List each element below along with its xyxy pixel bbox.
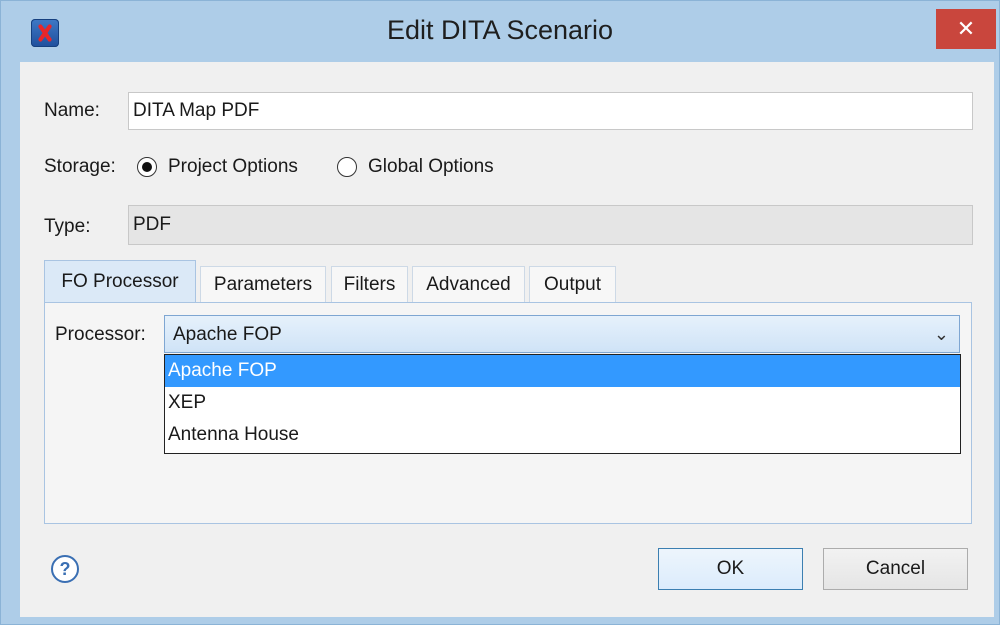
tab-filters[interactable]: Filters bbox=[331, 266, 408, 302]
cancel-button[interactable]: Cancel bbox=[823, 548, 968, 590]
processor-select[interactable]: Apache FOP ⌄ bbox=[164, 315, 960, 353]
radio-global-options[interactable] bbox=[337, 157, 357, 177]
close-icon: ✕ bbox=[956, 16, 976, 41]
chevron-down-icon: ⌄ bbox=[933, 324, 949, 344]
dialog-title: Edit DITA Scenario bbox=[386, 15, 614, 45]
close-button[interactable]: ✕ bbox=[936, 9, 996, 49]
radio-project-options[interactable] bbox=[137, 157, 157, 177]
storage-label: Storage: bbox=[44, 156, 116, 177]
tab-advanced[interactable]: Advanced bbox=[412, 266, 525, 302]
help-button[interactable]: ? bbox=[51, 555, 79, 583]
radio-label-project-options[interactable]: Project Options bbox=[168, 156, 298, 178]
processor-label: Processor: bbox=[55, 324, 146, 345]
processor-dropdown-list: Apache FOP XEP Antenna House bbox=[164, 354, 961, 454]
option-xep[interactable]: XEP bbox=[165, 387, 960, 419]
option-antenna-house[interactable]: Antenna House bbox=[165, 419, 960, 451]
tab-parameters[interactable]: Parameters bbox=[200, 266, 326, 302]
tab-fo-processor[interactable]: FO Processor bbox=[44, 260, 196, 303]
help-icon: ? bbox=[59, 559, 71, 579]
radio-selected-dot bbox=[142, 162, 152, 172]
processor-select-value: Apache FOP bbox=[173, 324, 282, 345]
name-label: Name: bbox=[44, 100, 100, 121]
tab-output[interactable]: Output bbox=[529, 266, 616, 302]
title-bar[interactable]: Edit DITA Scenario ✕ bbox=[1, 1, 999, 63]
ok-button[interactable]: OK bbox=[658, 548, 803, 590]
name-input[interactable]: DITA Map PDF bbox=[128, 92, 973, 130]
type-field: PDF bbox=[128, 205, 973, 245]
type-label: Type: bbox=[44, 216, 91, 237]
radio-label-global-options[interactable]: Global Options bbox=[368, 156, 494, 178]
option-apache-fop[interactable]: Apache FOP bbox=[165, 355, 960, 387]
